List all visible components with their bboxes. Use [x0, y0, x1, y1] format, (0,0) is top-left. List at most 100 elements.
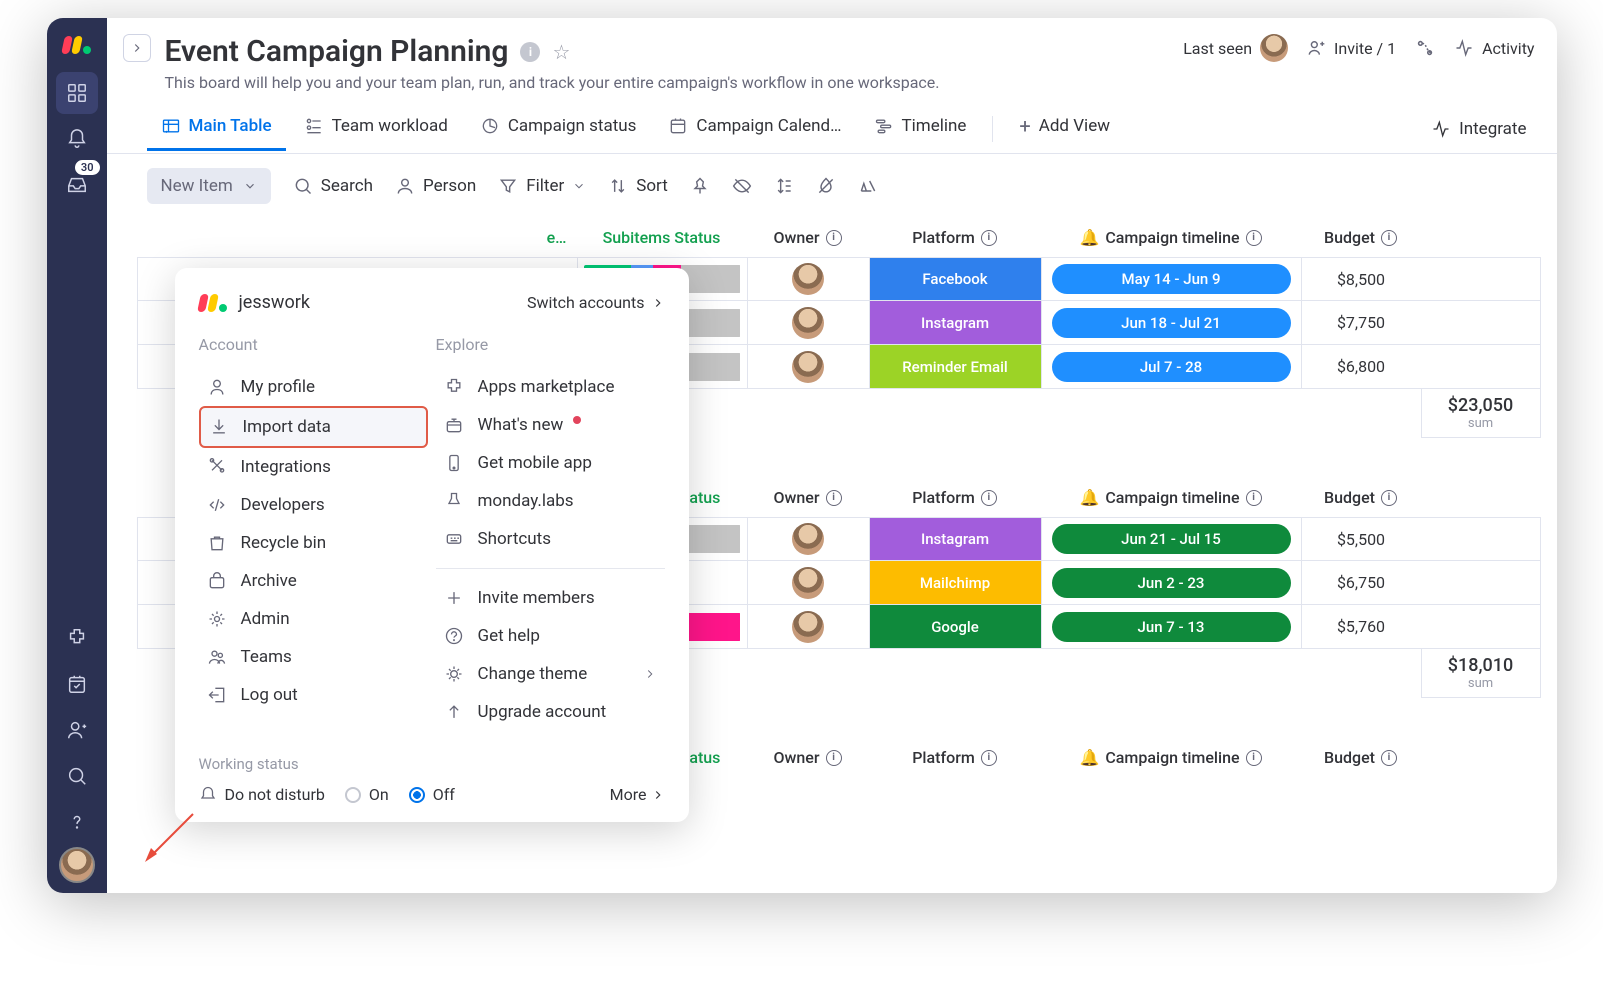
activity-button[interactable]: Activity	[1454, 38, 1534, 58]
last-seen[interactable]: Last seen	[1183, 34, 1288, 62]
add-view-button[interactable]: +Add View	[1005, 104, 1124, 153]
new-item-button[interactable]: New Item	[147, 168, 271, 204]
collapse-sidebar-button[interactable]	[123, 34, 151, 62]
col-owner[interactable]: Owneri	[747, 738, 869, 777]
explore-heading: Explore	[436, 335, 665, 354]
col-platform[interactable]: Platformi	[869, 478, 1041, 517]
platform-cell[interactable]: Reminder Email	[869, 345, 1041, 388]
menu-what-s-new[interactable]: What's new	[436, 406, 665, 444]
menu-teams[interactable]: Teams	[199, 638, 428, 676]
col-budget[interactable]: Budgeti	[1301, 478, 1421, 517]
menu-upgrade-account[interactable]: Upgrade account	[436, 693, 665, 731]
owner-cell[interactable]	[747, 518, 869, 560]
nav-notifications[interactable]	[56, 118, 98, 160]
group-header: e…Subitems StatusOwneriPlatformi🔔Campaig…	[137, 218, 1541, 257]
switch-accounts-button[interactable]: Switch accounts	[527, 293, 665, 312]
budget-cell[interactable]: $8,500	[1301, 258, 1421, 300]
nav-apps[interactable]	[56, 617, 98, 659]
menu-shortcuts[interactable]: Shortcuts	[436, 520, 665, 558]
timeline-cell[interactable]: Jun 21 - Jul 15	[1041, 518, 1301, 560]
invite-button[interactable]: Invite / 1	[1306, 38, 1396, 58]
integrate-button[interactable]: Integrate	[1417, 109, 1540, 149]
menu-get-help[interactable]: Get help	[436, 617, 665, 655]
tab-main-table[interactable]: Main Table	[147, 106, 286, 151]
owner-cell[interactable]	[747, 258, 869, 300]
person-filter-button[interactable]: Person	[395, 176, 476, 196]
owner-cell[interactable]	[747, 301, 869, 344]
pin-button[interactable]	[690, 176, 710, 196]
nav-boards[interactable]	[56, 72, 98, 114]
col-budget[interactable]: Budgeti	[1301, 738, 1421, 777]
menu-get-mobile-app[interactable]: Get mobile app	[436, 444, 665, 482]
status-more-button[interactable]: More	[610, 785, 665, 804]
search-button[interactable]: Search	[293, 176, 373, 196]
col-budget[interactable]: Budgeti	[1301, 218, 1421, 257]
board-info-icon[interactable]: i	[520, 42, 540, 62]
timeline-cell[interactable]: May 14 - Jun 9	[1041, 258, 1301, 300]
annotation-arrow-icon	[143, 804, 203, 864]
col-owner[interactable]: Owneri	[747, 218, 869, 257]
budget-cell[interactable]: $5,760	[1301, 605, 1421, 648]
dnd-button[interactable]: Do not disturb	[199, 785, 325, 804]
col-subitems[interactable]: Subitems Status	[577, 218, 747, 257]
menu-import-data[interactable]: Import data	[199, 406, 428, 448]
menu-apps-marketplace[interactable]: Apps marketplace	[436, 368, 665, 406]
nav-invite[interactable]	[56, 709, 98, 751]
nav-inbox[interactable]: 30	[56, 164, 98, 206]
color-button[interactable]	[816, 176, 836, 196]
platform-cell[interactable]: Instagram	[869, 301, 1041, 344]
status-off-radio[interactable]: Off	[409, 785, 455, 804]
more-toolbar-button[interactable]	[858, 176, 878, 196]
status-on-radio[interactable]: On	[345, 785, 389, 804]
sort-button[interactable]: Sort	[608, 176, 668, 196]
menu-developers[interactable]: Developers	[199, 486, 428, 524]
col-platform[interactable]: Platformi	[869, 738, 1041, 777]
nav-search[interactable]	[56, 755, 98, 797]
timeline-cell[interactable]: Jun 7 - 13	[1041, 605, 1301, 648]
owner-cell[interactable]	[747, 605, 869, 648]
tab-campaign-calendar[interactable]: Campaign Calend…	[654, 106, 855, 151]
tab-team-workload[interactable]: Team workload	[290, 106, 462, 151]
working-status-heading: Working status	[199, 755, 665, 773]
menu-admin[interactable]: Admin	[199, 600, 428, 638]
height-button[interactable]	[774, 176, 794, 196]
automations-button[interactable]	[1414, 37, 1436, 59]
nav-my-work[interactable]	[56, 663, 98, 705]
left-rail: 30	[47, 18, 107, 893]
timeline-cell[interactable]: Jun 2 - 23	[1041, 561, 1301, 604]
col-timeline[interactable]: 🔔Campaign timelinei	[1041, 218, 1301, 257]
budget-cell[interactable]: $6,800	[1301, 345, 1421, 388]
budget-cell[interactable]: $7,750	[1301, 301, 1421, 344]
platform-cell[interactable]: Mailchimp	[869, 561, 1041, 604]
explore-column: Explore Apps marketplaceWhat's newGet mo…	[436, 335, 665, 731]
menu-change-theme[interactable]: Change theme	[436, 655, 665, 693]
col-timeline[interactable]: 🔔Campaign timelinei	[1041, 738, 1301, 777]
tab-timeline[interactable]: Timeline	[860, 106, 981, 151]
owner-cell[interactable]	[747, 345, 869, 388]
budget-cell[interactable]: $5,500	[1301, 518, 1421, 560]
menu-integrations[interactable]: Integrations	[199, 448, 428, 486]
col-platform[interactable]: Platformi	[869, 218, 1041, 257]
platform-cell[interactable]: Instagram	[869, 518, 1041, 560]
timeline-cell[interactable]: Jun 18 - Jul 21	[1041, 301, 1301, 344]
menu-log-out[interactable]: Log out	[199, 676, 428, 714]
menu-invite-members[interactable]: Invite members	[436, 579, 665, 617]
platform-cell[interactable]: Facebook	[869, 258, 1041, 300]
menu-monday-labs[interactable]: monday.labs	[436, 482, 665, 520]
filter-button[interactable]: Filter	[498, 176, 586, 196]
platform-cell[interactable]: Google	[869, 605, 1041, 648]
tab-campaign-status[interactable]: Campaign status	[466, 106, 651, 151]
budget-cell[interactable]: $6,750	[1301, 561, 1421, 604]
timeline-cell[interactable]: Jul 7 - 28	[1041, 345, 1301, 388]
col-owner[interactable]: Owneri	[747, 478, 869, 517]
menu-recycle-bin[interactable]: Recycle bin	[199, 524, 428, 562]
owner-cell[interactable]	[747, 561, 869, 604]
board-title: Event Campaign Planning	[165, 34, 509, 69]
hide-button[interactable]	[732, 176, 752, 196]
favorite-star-icon[interactable]: ☆	[552, 40, 570, 64]
menu-my-profile[interactable]: My profile	[199, 368, 428, 406]
menu-archive[interactable]: Archive	[199, 562, 428, 600]
nav-help[interactable]	[56, 801, 98, 843]
col-timeline[interactable]: 🔔Campaign timelinei	[1041, 478, 1301, 517]
profile-avatar-button[interactable]	[59, 847, 95, 883]
